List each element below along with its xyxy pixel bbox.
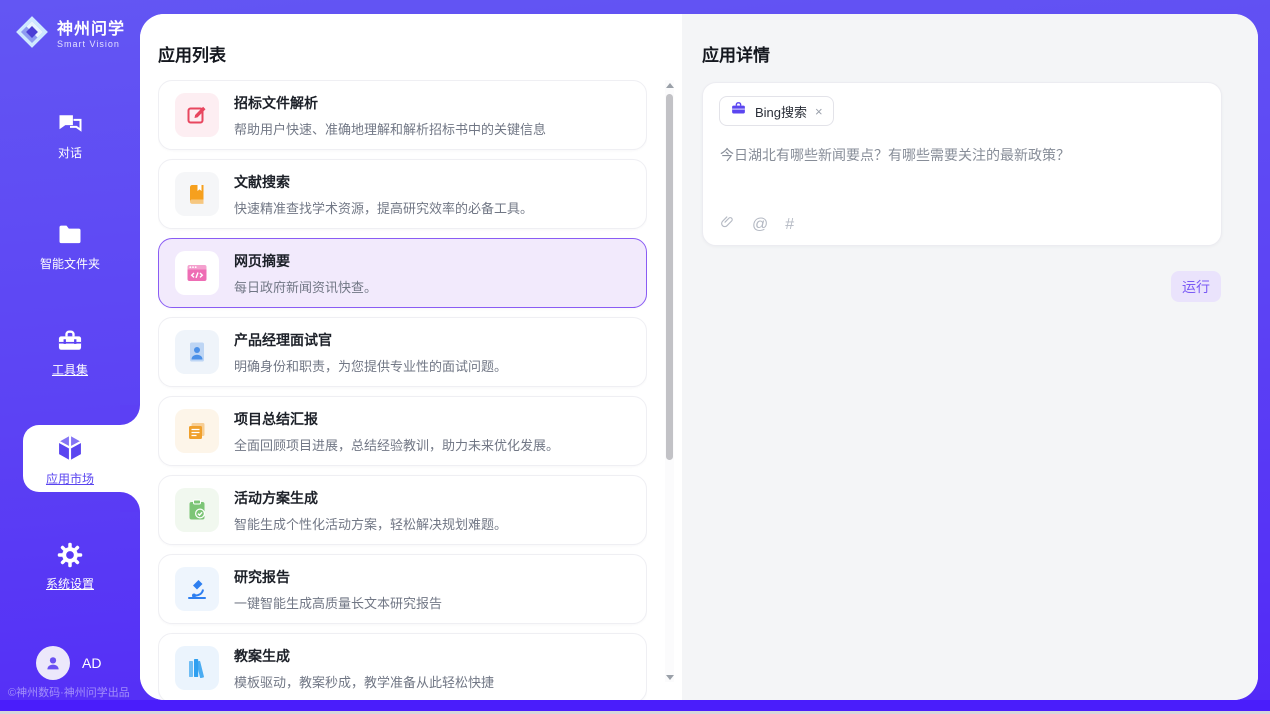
app-card-literature-search[interactable]: 文献搜索 快速精准查找学术资源，提高研究效率的必备工具。: [158, 159, 647, 229]
app-card-title: 招标文件解析: [234, 93, 546, 113]
folder-icon: [0, 221, 140, 249]
app-card-research-report[interactable]: 研究报告 一键智能生成高质量长文本研究报告: [158, 554, 647, 624]
app-card-desc: 智能生成个性化活动方案，轻松解决规划难题。: [234, 514, 507, 533]
books-icon: [175, 646, 219, 690]
prompt-card: Bing搜索 × 今日湖北有哪些新闻要点？有哪些需要关注的最新政策？ @ #: [702, 82, 1222, 246]
app-card-title: 网页摘要: [234, 251, 377, 271]
app-card-bid-doc-parse[interactable]: 招标文件解析 帮助用户快速、准确地理解和解析招标书中的关键信息: [158, 80, 647, 150]
app-list-panel: 应用列表 招标文件解析 帮助用户快速、准确地理解和解析招标书中的关键信息: [140, 14, 682, 700]
brand-name: 神州问学: [57, 21, 125, 39]
app-card-list: 招标文件解析 帮助用户快速、准确地理解和解析招标书中的关键信息 文献搜索 快速精…: [158, 80, 647, 700]
user-initials: AD: [82, 655, 101, 671]
cube-icon: [0, 432, 140, 464]
gear-icon: [0, 541, 140, 569]
brand-logo: 神州问学 Smart Vision: [14, 14, 125, 55]
input-toolbar: @ #: [720, 214, 794, 236]
app-card-event-plan[interactable]: 活动方案生成 智能生成个性化活动方案，轻松解决规划难题。: [158, 475, 647, 545]
app-card-webpage-summary[interactable]: 网页摘要 每日政府新闻资讯快查。: [158, 238, 647, 308]
sidebar-item-chat[interactable]: 对话: [0, 110, 140, 161]
sidebar-item-app-market[interactable]: 应用市场: [0, 432, 140, 487]
app-card-title: 产品经理面试官: [234, 330, 507, 350]
scrollbar-thumb[interactable]: [666, 94, 673, 460]
at-icon[interactable]: @: [752, 216, 768, 234]
microscope-icon: [175, 567, 219, 611]
sidebar-item-settings[interactable]: 系统设置: [0, 541, 140, 592]
hash-icon[interactable]: #: [785, 216, 794, 234]
scroll-down-icon[interactable]: [665, 672, 674, 682]
app-detail-panel: 应用详情 Bing搜索 × 今日湖北有哪些新闻要点？有哪些需要关注的最新政策？: [682, 14, 1258, 700]
interviewer-icon: [175, 330, 219, 374]
app-card-desc: 快速精准查找学术资源，提高研究效率的必备工具。: [234, 198, 533, 217]
edit-doc-icon: [175, 93, 219, 137]
notes-icon: [175, 409, 219, 453]
sidebar: 神州问学 Smart Vision 对话 智能文件夹: [0, 0, 140, 700]
clipboard-check-icon: [175, 488, 219, 532]
webpage-icon: [175, 251, 219, 295]
sidebar-item-toolset[interactable]: 工具集: [0, 327, 140, 378]
chat-icon: [0, 110, 140, 138]
app-card-title: 教案生成: [234, 646, 494, 666]
app-card-title: 活动方案生成: [234, 488, 507, 508]
sidebar-item-label: 对话: [0, 144, 140, 161]
tool-tag-label: Bing搜索: [755, 102, 807, 121]
sidebar-item-label: 工具集: [0, 361, 140, 378]
brand-subtitle: Smart Vision: [57, 39, 125, 49]
list-scrollbar[interactable]: [665, 80, 674, 682]
app-card-pm-interviewer[interactable]: 产品经理面试官 明确身份和职责，为您提供专业性的面试问题。: [158, 317, 647, 387]
book-icon: [175, 172, 219, 216]
app-card-desc: 全面回顾项目进展，总结经验教训，助力未来优化发展。: [234, 435, 559, 454]
sidebar-item-label: 应用市场: [0, 470, 140, 487]
sidebar-item-smart-folder[interactable]: 智能文件夹: [0, 221, 140, 272]
tool-tag-bing-search[interactable]: Bing搜索 ×: [719, 96, 834, 126]
sidebar-item-label: 系统设置: [0, 575, 140, 592]
query-input[interactable]: 今日湖北有哪些新闻要点？有哪些需要关注的最新政策？: [720, 145, 1205, 165]
app-card-title: 项目总结汇报: [234, 409, 559, 429]
toolbox-icon: [0, 327, 140, 355]
app-detail-title: 应用详情: [702, 41, 770, 66]
app-card-desc: 一键智能生成高质量长文本研究报告: [234, 593, 442, 612]
close-icon[interactable]: ×: [815, 105, 823, 118]
app-card-desc: 明确身份和职责，为您提供专业性的面试问题。: [234, 356, 507, 375]
app-card-desc: 每日政府新闻资讯快查。: [234, 277, 377, 296]
copyright-footer: ©神州数码·神州问学出品: [8, 684, 130, 700]
app-card-desc: 模板驱动，教案秒成，教学准备从此轻松快捷: [234, 672, 494, 691]
run-button[interactable]: 运行: [1171, 271, 1221, 302]
diamond-logo-icon: [14, 14, 50, 55]
avatar: [36, 646, 70, 680]
main-container: 应用列表 招标文件解析 帮助用户快速、准确地理解和解析招标书中的关键信息: [140, 14, 1258, 700]
app-card-project-summary[interactable]: 项目总结汇报 全面回顾项目进展，总结经验教训，助力未来优化发展。: [158, 396, 647, 466]
app-card-desc: 帮助用户快速、准确地理解和解析招标书中的关键信息: [234, 119, 546, 138]
briefcase-icon: [730, 100, 747, 122]
paperclip-icon[interactable]: [720, 214, 735, 236]
app-card-lesson-plan[interactable]: 教案生成 模板驱动，教案秒成，教学准备从此轻松快捷: [158, 633, 647, 700]
bottom-accent-strip: [0, 700, 1270, 711]
sidebar-item-label: 智能文件夹: [0, 255, 140, 272]
user-account[interactable]: AD: [36, 646, 101, 680]
scroll-up-icon[interactable]: [665, 80, 674, 90]
app-card-title: 研究报告: [234, 567, 442, 587]
app-card-title: 文献搜索: [234, 172, 533, 192]
app-list-title: 应用列表: [158, 41, 226, 66]
